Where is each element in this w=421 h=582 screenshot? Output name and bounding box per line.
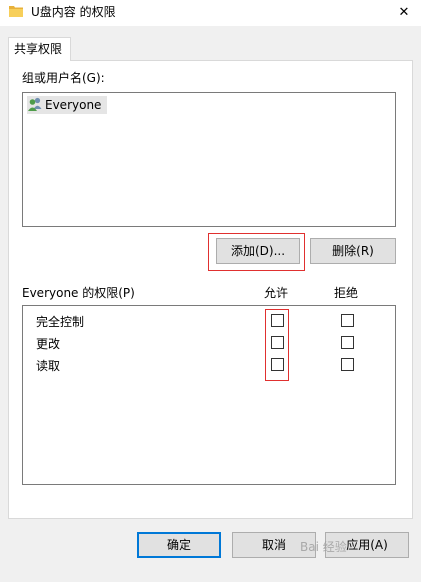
allow-header: 允许: [264, 286, 289, 300]
permissions-label: Everyone 的权限(P): [22, 286, 135, 300]
add-button[interactable]: 添加(D)...: [216, 238, 300, 264]
deny-checkbox-change[interactable]: [341, 336, 354, 349]
tab-share-permissions[interactable]: 共享权限: [8, 37, 71, 61]
permission-name: 完全控制: [36, 315, 85, 329]
folder-icon: [9, 5, 23, 17]
deny-checkbox-read[interactable]: [341, 358, 354, 371]
title-bar: U盘内容 的权限 ✕: [0, 0, 421, 26]
table-row: 更改: [23, 333, 395, 355]
list-item-label: Everyone: [45, 98, 102, 112]
allow-column-highlight: [265, 309, 289, 381]
window-title: U盘内容 的权限: [31, 5, 116, 19]
permissions-list: 完全控制 更改 读取: [22, 305, 396, 485]
user-group-icon: [27, 97, 45, 114]
groups-label: 组或用户名(G):: [22, 71, 105, 85]
table-row: 完全控制: [23, 311, 395, 333]
users-listbox[interactable]: Everyone: [22, 92, 396, 227]
permission-name: 读取: [36, 359, 61, 373]
close-button[interactable]: ✕: [387, 0, 421, 24]
watermark: Bai 经验: [300, 540, 347, 554]
remove-button[interactable]: 删除(R): [310, 238, 396, 264]
tab-label: 共享权限: [14, 42, 63, 56]
table-row: 读取: [23, 355, 395, 377]
list-item[interactable]: Everyone: [27, 96, 108, 114]
permission-name: 更改: [36, 337, 61, 351]
ok-button[interactable]: 确定: [137, 532, 221, 558]
close-icon: ✕: [398, 4, 410, 20]
deny-header: 拒绝: [334, 286, 359, 300]
deny-checkbox-full-control[interactable]: [341, 314, 354, 327]
